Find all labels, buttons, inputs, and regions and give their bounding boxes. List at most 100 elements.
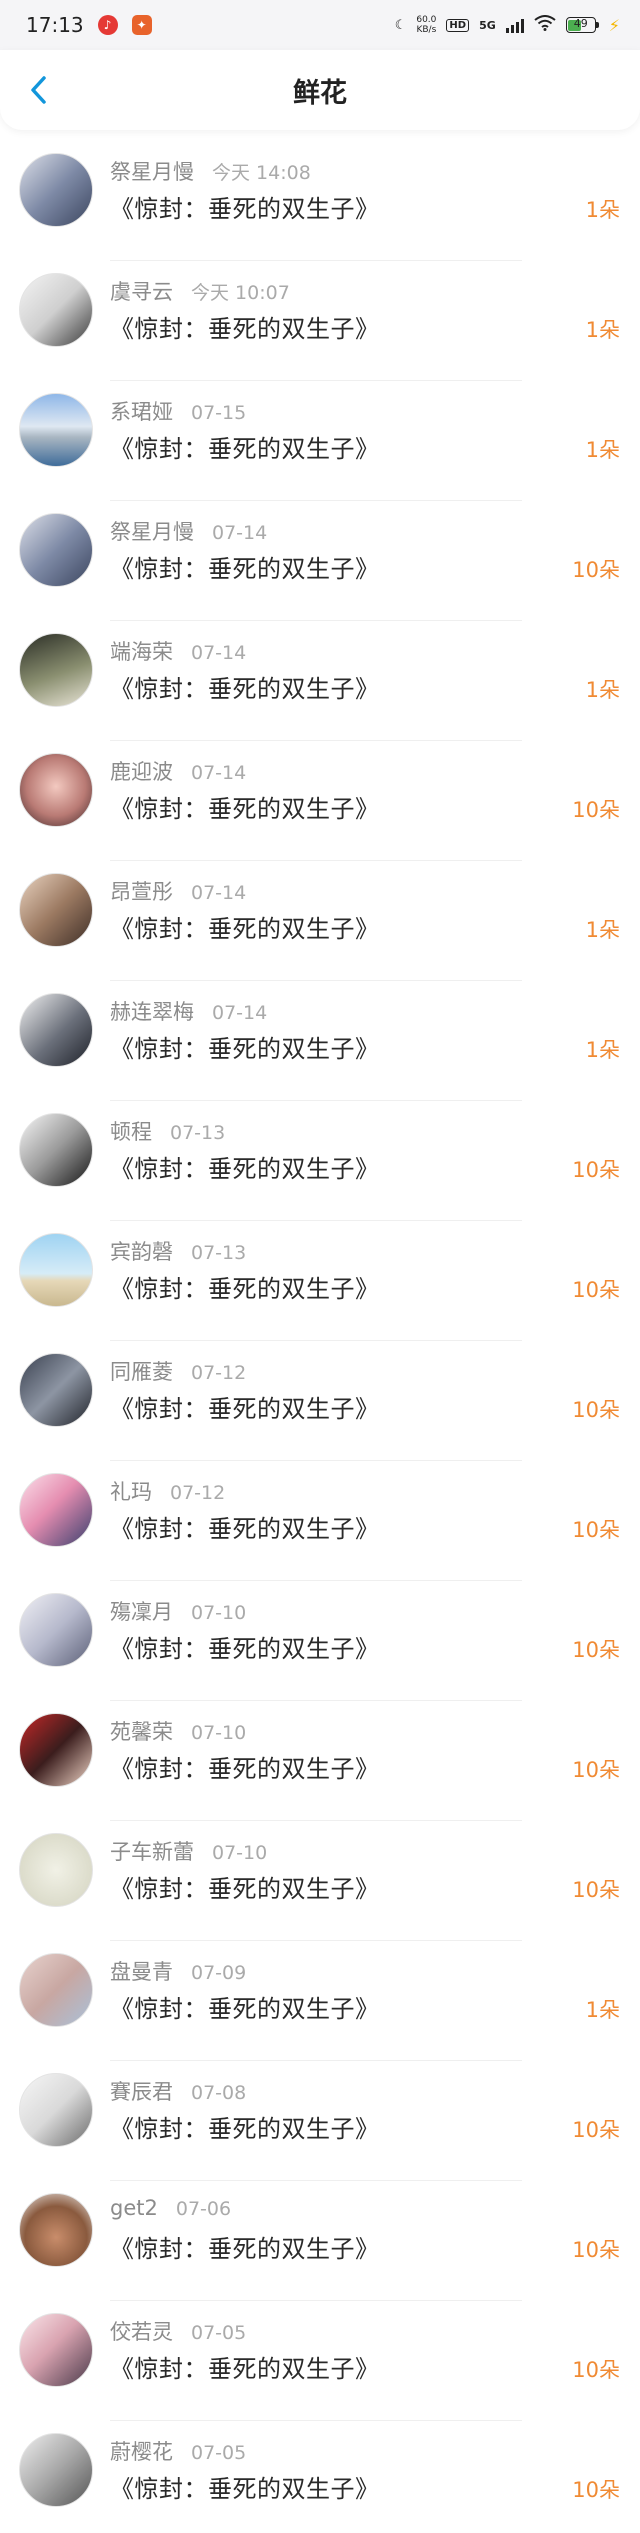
user-name[interactable]: 顿程 [110, 1116, 152, 1146]
avatar[interactable] [19, 993, 93, 1067]
avatar[interactable] [19, 1593, 93, 1667]
book-title[interactable]: 《惊封：垂死的双生子》 [110, 789, 380, 824]
shopping-app-icon: ✦ [131, 15, 152, 35]
list-item[interactable]: 苑馨荣 07-10 《惊封：垂死的双生子》 10朵 [0, 1700, 640, 1820]
avatar[interactable] [19, 2193, 93, 2267]
user-name[interactable]: 鹿迎波 [110, 756, 173, 786]
user-name[interactable]: 苑馨荣 [110, 1716, 173, 1746]
net-speed-unit: KB/s [416, 25, 437, 35]
item-meta: 顿程 07-13 [110, 1116, 225, 1146]
timestamp: 07-06 [175, 2198, 232, 2220]
list-item[interactable]: 子车新蕾 07-10 《惊封：垂死的双生子》 10朵 [0, 1820, 640, 1940]
user-name[interactable]: 殤凜月 [110, 1596, 173, 1626]
list-item[interactable]: 端海荣 07-14 《惊封：垂死的双生子》 1朵 [0, 620, 640, 740]
flower-count: 10朵 [572, 1278, 620, 1302]
divider [110, 380, 522, 381]
flower-count: 1朵 [585, 1038, 620, 1062]
list-item[interactable]: 盘曼青 07-09 《惊封：垂死的双生子》 1朵 [0, 1940, 640, 2060]
avatar[interactable] [19, 1113, 93, 1187]
book-title[interactable]: 《惊封：垂死的双生子》 [110, 669, 380, 704]
avatar[interactable] [19, 153, 93, 227]
timestamp: 07-09 [191, 1962, 247, 1984]
book-title[interactable]: 《惊封：垂死的双生子》 [110, 549, 380, 584]
avatar[interactable] [19, 1233, 93, 1307]
book-title[interactable]: 《惊封：垂死的双生子》 [110, 909, 380, 944]
book-title[interactable]: 《惊封：垂死的双生子》 [110, 1509, 380, 1544]
list-item[interactable]: 鹿迎波 07-14 《惊封：垂死的双生子》 10朵 [0, 740, 640, 860]
avatar[interactable] [19, 513, 93, 587]
user-name[interactable]: 昂萱彤 [110, 876, 173, 906]
divider [110, 260, 522, 261]
avatar[interactable] [19, 753, 93, 827]
avatar[interactable] [19, 1473, 93, 1547]
book-title[interactable]: 《惊封：垂死的双生子》 [110, 1629, 380, 1664]
list-item[interactable]: get2 07-06 《惊封：垂死的双生子》 10朵 [0, 2180, 640, 2300]
book-title[interactable]: 《惊封：垂死的双生子》 [110, 1269, 380, 1304]
user-name[interactable]: 蔚樱花 [110, 2436, 173, 2466]
list-item[interactable]: 顿程 07-13 《惊封：垂死的双生子》 10朵 [0, 1100, 640, 1220]
user-name[interactable]: 祭星月慢 [110, 156, 194, 186]
book-title[interactable]: 《惊封：垂死的双生子》 [110, 1869, 380, 1904]
avatar[interactable] [19, 273, 93, 347]
flower-count: 1朵 [585, 318, 620, 342]
user-name[interactable]: 虞寻云 [110, 276, 173, 306]
timestamp: 07-14 [191, 642, 247, 664]
book-title[interactable]: 《惊封：垂死的双生子》 [110, 1389, 380, 1424]
book-title[interactable]: 《惊封：垂死的双生子》 [110, 309, 380, 344]
list-item[interactable]: 系珺娅 07-15 《惊封：垂死的双生子》 1朵 [0, 380, 640, 500]
book-title[interactable]: 《惊封：垂死的双生子》 [110, 2229, 380, 2264]
item-meta: 赫连翠梅 07-14 [110, 996, 267, 1026]
user-name[interactable]: 祭星月慢 [110, 516, 194, 546]
user-name[interactable]: 宾韵磬 [110, 1236, 173, 1266]
user-name[interactable]: get2 [110, 2196, 158, 2220]
book-title[interactable]: 《惊封：垂死的双生子》 [110, 1149, 380, 1184]
avatar[interactable] [19, 2073, 93, 2147]
user-name[interactable]: 盘曼青 [110, 1956, 173, 1986]
list-item[interactable]: 虞寻云 今天 10:07 《惊封：垂死的双生子》 1朵 [0, 260, 640, 380]
divider [110, 740, 522, 741]
list-item[interactable]: 蔚樱花 07-05 《惊封：垂死的双生子》 10朵 [0, 2420, 640, 2533]
avatar[interactable] [19, 1833, 93, 1907]
list-item[interactable]: 同雁菱 07-12 《惊封：垂死的双生子》 10朵 [0, 1340, 640, 1460]
book-title[interactable]: 《惊封：垂死的双生子》 [110, 1029, 380, 1064]
divider [110, 1700, 522, 1701]
list-item[interactable]: 祭星月慢 今天 14:08 《惊封：垂死的双生子》 1朵 [0, 140, 640, 260]
list-item[interactable]: 礼玛 07-12 《惊封：垂死的双生子》 10朵 [0, 1460, 640, 1580]
status-bar: 17:13 ♪ ✦ ☾ 60.0 KB/s HD 5G 49 ⚡ [0, 0, 640, 50]
user-name[interactable]: 赫连翠梅 [110, 996, 194, 1026]
avatar[interactable] [19, 633, 93, 707]
item-meta: 虞寻云 今天 10:07 [110, 276, 290, 306]
list-item[interactable]: 殤凜月 07-10 《惊封：垂死的双生子》 10朵 [0, 1580, 640, 1700]
avatar[interactable] [19, 1353, 93, 1427]
avatar[interactable] [19, 873, 93, 947]
user-name[interactable]: 同雁菱 [110, 1356, 173, 1386]
user-name[interactable]: 子车新蕾 [110, 1836, 194, 1866]
book-title[interactable]: 《惊封：垂死的双生子》 [110, 429, 380, 464]
user-name[interactable]: 礼玛 [110, 1476, 152, 1506]
user-name[interactable]: 端海荣 [110, 636, 173, 666]
back-button[interactable] [18, 70, 58, 110]
list-item[interactable]: 赫连翠梅 07-14 《惊封：垂死的双生子》 1朵 [0, 980, 640, 1100]
user-name[interactable]: 賽辰君 [110, 2076, 173, 2106]
book-title[interactable]: 《惊封：垂死的双生子》 [110, 1749, 380, 1784]
avatar[interactable] [19, 1713, 93, 1787]
avatar[interactable] [19, 1953, 93, 2027]
item-meta: 同雁菱 07-12 [110, 1356, 246, 1386]
book-title[interactable]: 《惊封：垂死的双生子》 [110, 1989, 380, 2024]
list-item[interactable]: 昂萱彤 07-14 《惊封：垂死的双生子》 1朵 [0, 860, 640, 980]
book-title[interactable]: 《惊封：垂死的双生子》 [110, 2469, 380, 2504]
list-item[interactable]: 佼若灵 07-05 《惊封：垂死的双生子》 10朵 [0, 2300, 640, 2420]
book-title[interactable]: 《惊封：垂死的双生子》 [110, 189, 380, 224]
item-meta: 昂萱彤 07-14 [110, 876, 246, 906]
user-name[interactable]: 系珺娅 [110, 396, 173, 426]
avatar[interactable] [19, 393, 93, 467]
avatar[interactable] [19, 2313, 93, 2387]
user-name[interactable]: 佼若灵 [110, 2316, 173, 2346]
list-item[interactable]: 賽辰君 07-08 《惊封：垂死的双生子》 10朵 [0, 2060, 640, 2180]
list-item[interactable]: 宾韵磬 07-13 《惊封：垂死的双生子》 10朵 [0, 1220, 640, 1340]
book-title[interactable]: 《惊封：垂死的双生子》 [110, 2349, 380, 2384]
avatar[interactable] [19, 2433, 93, 2507]
book-title[interactable]: 《惊封：垂死的双生子》 [110, 2109, 380, 2144]
timestamp: 07-14 [191, 762, 247, 784]
list-item[interactable]: 祭星月慢 07-14 《惊封：垂死的双生子》 10朵 [0, 500, 640, 620]
